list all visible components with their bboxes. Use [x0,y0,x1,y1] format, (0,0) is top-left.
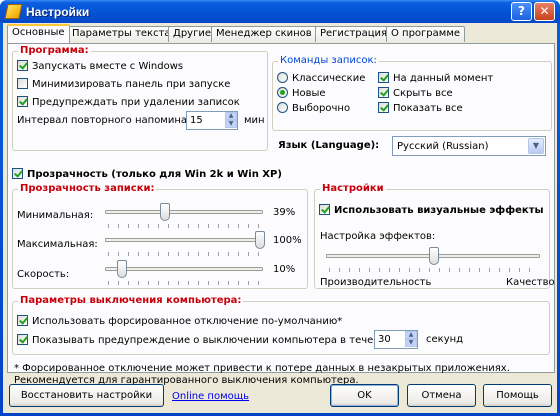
spin-up-icon[interactable]: ▲ [225,112,237,120]
radio-label: Классические [292,73,366,84]
close-icon[interactable]: ✕ [534,2,555,21]
checkbox-label: Использовать форсированное отключение по… [32,316,343,327]
effects-ticks [329,268,539,272]
language-value: Русский (Russian) [397,141,489,152]
dialog-client: Основные Параметры текста Другие Менедже… [3,23,557,413]
help-title-button[interactable]: ? [511,2,532,21]
tab-general[interactable]: Основные [7,24,70,43]
shutdown-warning-checkbox[interactable]: Показывать предупреждение о выключении к… [17,334,392,346]
min-opacity-track[interactable] [105,210,263,214]
shutdown-group: Параметры выключения компьютера: [12,295,550,355]
max-opacity-label: Максимальная: [17,239,98,250]
max-opacity-thumb[interactable] [255,231,265,249]
spinner-value[interactable]: 15 [190,115,203,126]
checkbox-label: Показывать предупреждение о выключении к… [32,335,393,346]
online-help-link[interactable]: Online помощь [172,391,249,402]
radio-new[interactable]: Новые [277,87,326,99]
checkbox-box[interactable] [378,102,389,113]
show-all-checkbox[interactable]: Показать все [378,102,463,114]
checkbox-box[interactable] [17,315,28,326]
checkbox-box[interactable] [17,96,28,107]
radio-classic[interactable]: Классические [277,72,365,84]
transparency-checkbox[interactable]: Прозрачность (только для Win 2k и Win XP… [12,168,282,180]
remind-unit-label: мин [244,115,265,126]
shutdown-seconds-spinner[interactable]: 30 ▲ ▼ [374,330,418,349]
help-button[interactable]: Помощь [483,384,552,407]
checkbox-label: Прозрачность (только для Win 2k и Win XP… [27,169,282,180]
cancel-button[interactable]: Отмена [407,384,476,407]
effects-thumb[interactable] [429,247,439,265]
checkbox-box[interactable] [378,72,389,83]
shutdown-group-title: Параметры выключения компьютера: [18,295,244,306]
speed-ticks [108,281,264,285]
spin-down-icon[interactable]: ▼ [225,120,237,128]
speed-label: Скорость: [17,269,70,280]
program-group-title: Программа: [18,45,91,56]
checkbox-box[interactable] [319,204,330,215]
checkbox-label: Предупреждать при удалении записок [32,97,240,108]
checkbox-label: Показать все [393,103,463,114]
speed-thumb[interactable] [117,260,127,278]
run-with-windows-checkbox[interactable]: Запускать вместе с Windows [17,60,183,72]
radio-label: Новые [292,88,326,99]
hide-all-checkbox[interactable]: Скрыть все [378,87,453,99]
tab-about[interactable]: О программе [386,26,466,42]
checkbox-label: Скрыть все [393,88,453,99]
note-commands-title: Команды записок: [278,55,379,66]
spin-down-icon[interactable]: ▼ [405,339,417,347]
spin-up-icon[interactable]: ▲ [405,331,417,339]
speed-track[interactable] [105,267,263,271]
checkbox-box[interactable] [17,334,28,345]
effects-group-title: Настройки [320,183,386,194]
spinner-value[interactable]: 30 [378,334,391,345]
minimize-on-start-checkbox[interactable]: Минимизировать панель при запуске [17,78,230,90]
settings-window: Настройки ? ✕ Основные Параметры текста … [0,0,560,416]
chevron-down-icon[interactable]: ▼ [528,138,544,154]
checkbox-box[interactable] [17,60,28,71]
min-opacity-label: Минимальная: [17,210,94,221]
radio-circle[interactable] [277,87,288,98]
radio-circle[interactable] [277,102,288,113]
seconds-unit-label: секунд [426,334,464,345]
ok-button[interactable]: OK [330,384,399,407]
performance-label: Производительность [320,277,432,288]
max-opacity-value: 100% [273,235,302,246]
transparency-group-title: Прозрачность записки: [18,183,157,194]
checkbox-box[interactable] [12,168,23,179]
min-opacity-ticks [108,224,264,228]
checkbox-box[interactable] [17,78,28,89]
min-opacity-value: 39% [273,207,296,218]
language-label: Язык (Language): [278,140,380,151]
radio-circle[interactable] [277,72,288,83]
checkbox-label: На данный момент [393,73,494,84]
max-opacity-track[interactable] [105,238,263,242]
visual-effects-checkbox[interactable]: Использовать визуальные эффекты [319,204,544,216]
force-shutdown-checkbox[interactable]: Использовать форсированное отключение по… [17,315,342,327]
tab-registration[interactable]: Регистрация [315,26,393,42]
title-bar[interactable]: Настройки ? ✕ [0,0,560,23]
checkbox-label: Минимизировать панель при запуске [32,79,231,90]
remind-interval-label: Интервал повторного напоминания [17,115,207,126]
quality-label: Качество [506,277,555,288]
tab-text-params[interactable]: Параметры текста [67,26,176,42]
effects-label: Настройка эффектов: [320,231,436,242]
current-checkbox[interactable]: На данный момент [378,72,493,84]
warn-on-delete-checkbox[interactable]: Предупреждать при удалении записок [17,96,240,108]
language-select[interactable]: Русский (Russian) ▼ [392,136,546,156]
remind-interval-spinner[interactable]: 15 ▲ ▼ [186,111,238,130]
radio-label: Выборочно [292,103,351,114]
radio-custom[interactable]: Выборочно [277,102,350,114]
restore-settings-button[interactable]: Восстановить настройки [9,384,164,407]
speed-value: 10% [273,264,296,275]
checkbox-box[interactable] [378,87,389,98]
tab-skin-manager[interactable]: Менеджер скинов [211,26,317,42]
checkbox-label: Запускать вместе с Windows [32,61,184,72]
tab-page-general: Программа: Запускать вместе с Windows Ми… [7,43,555,386]
window-title: Настройки [26,5,90,19]
checkbox-label: Использовать визуальные эффекты [334,205,544,216]
app-icon [4,4,23,19]
tab-other[interactable]: Другие [168,26,216,42]
min-opacity-thumb[interactable] [160,203,170,221]
max-opacity-ticks [108,252,264,256]
